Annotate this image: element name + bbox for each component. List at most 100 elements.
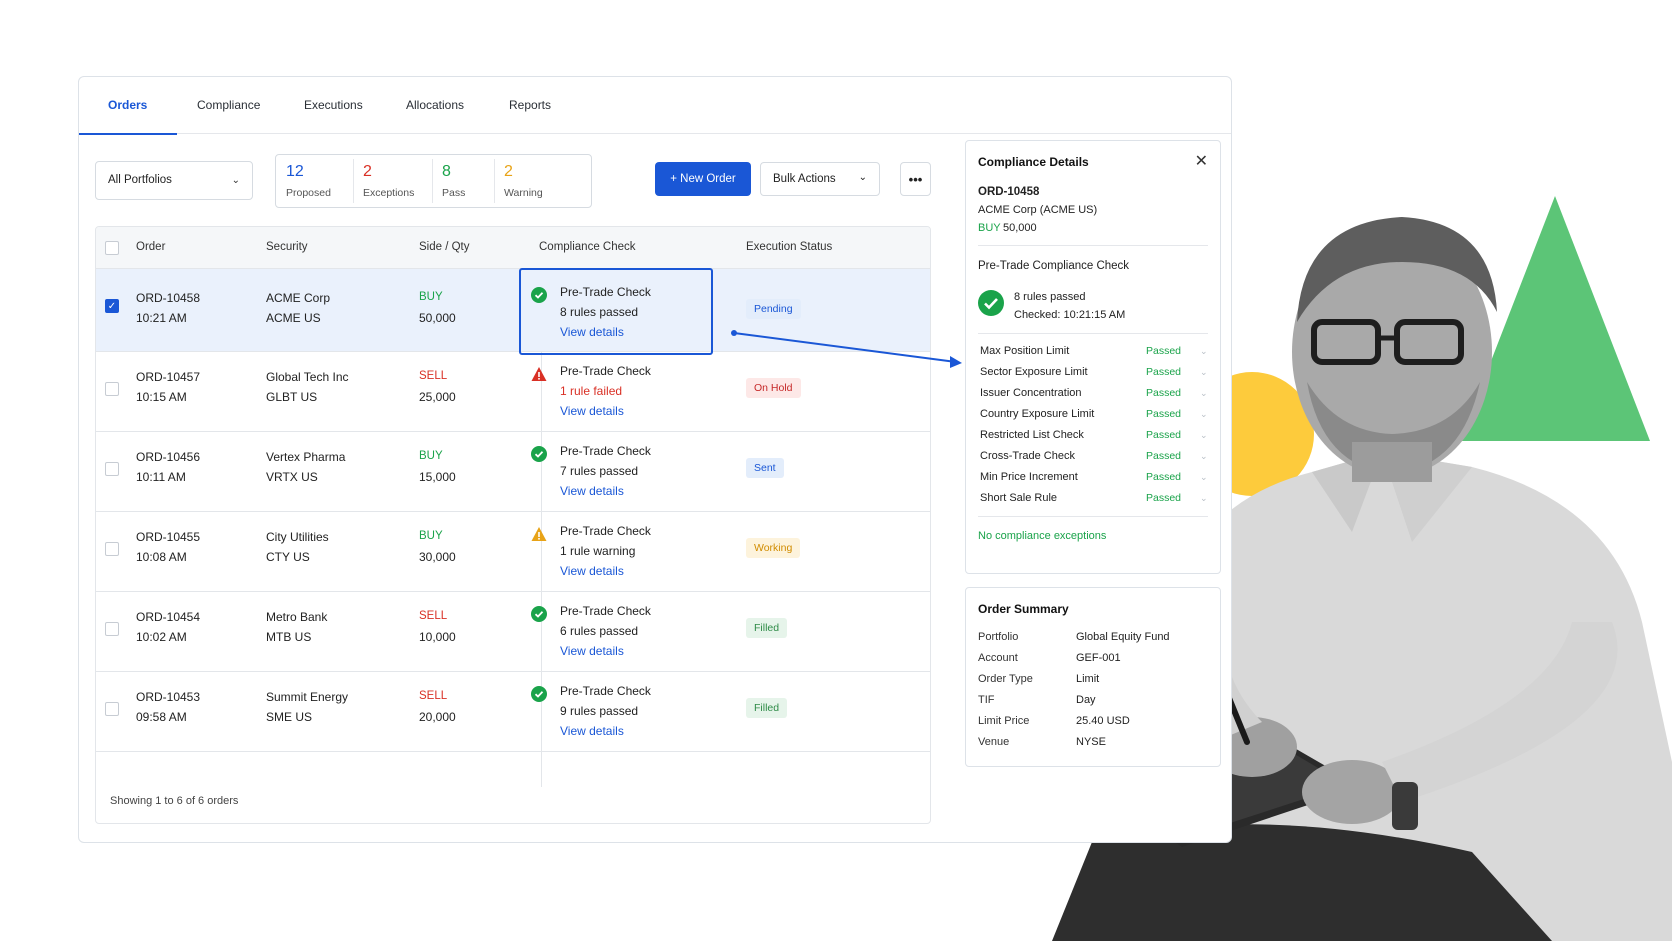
- order-side: BUY: [419, 291, 443, 303]
- panel-checked-time: Checked: 10:21:15 AM: [1014, 309, 1126, 321]
- compliance-details-panel: Compliance Details ✕ ORD-10458 ACME Corp…: [965, 140, 1221, 574]
- stat-value: 12: [286, 163, 304, 180]
- order-side: BUY: [419, 530, 443, 542]
- stat-exceptions[interactable]: 2 Exceptions: [353, 155, 432, 207]
- divider: [978, 516, 1208, 517]
- portfolio-select-value: All Portfolios: [108, 174, 172, 186]
- stat-value: 2: [363, 163, 372, 180]
- divider: [978, 245, 1208, 246]
- order-id: ORD-10458: [136, 291, 201, 305]
- rule-status: Passed: [1146, 408, 1182, 420]
- table-row[interactable]: ORD-10457 10:15 AM Global Tech Inc GLBT …: [96, 352, 930, 432]
- stat-value: 2: [504, 163, 513, 180]
- column-header-security[interactable]: Security: [266, 241, 308, 253]
- view-details-link[interactable]: View details: [560, 644, 624, 658]
- order-qty: 25,000: [419, 390, 456, 404]
- order-qty: 20,000: [419, 710, 456, 724]
- stat-pass[interactable]: 8 Pass: [432, 155, 494, 207]
- panel-result: 8 rules passed: [1014, 291, 1086, 303]
- view-details-link[interactable]: View details: [560, 724, 624, 738]
- check-circle-icon: [531, 606, 547, 622]
- check-title: Pre-Trade Check: [560, 604, 651, 618]
- orders-table: Order Security Side / Qty Compliance Che…: [95, 226, 931, 824]
- table-header: Order Security Side / Qty Compliance Che…: [96, 227, 930, 269]
- table-row[interactable]: ✓ ORD-10458 10:21 AM ACME Corp ACME US B…: [96, 269, 930, 352]
- pagination-summary: Showing 1 to 6 of 6 orders: [110, 795, 239, 807]
- table-row[interactable]: ORD-10455 10:08 AM City Utilities CTY US…: [96, 512, 930, 592]
- row-checkbox[interactable]: ✓: [105, 299, 119, 313]
- rule-status: Passed: [1146, 471, 1182, 483]
- tab-orders[interactable]: Orders: [78, 77, 178, 135]
- column-header-compliance[interactable]: Compliance Check: [539, 241, 636, 253]
- panel-side: BUY: [978, 222, 1001, 234]
- stat-label: Warning: [504, 187, 543, 199]
- chevron-down-icon: ⌄: [231, 175, 240, 186]
- check-result: 1 rule warning: [560, 544, 636, 558]
- summary-label: Order Type: [978, 673, 1033, 685]
- tab-reports[interactable]: Reports: [509, 77, 551, 134]
- row-checkbox[interactable]: [105, 542, 119, 556]
- execution-status-badge: Filled: [746, 618, 788, 638]
- order-qty: 50,000: [419, 311, 456, 325]
- tab-compliance[interactable]: Compliance: [197, 77, 260, 134]
- order-id: ORD-10454: [136, 610, 201, 624]
- order-id: ORD-10456: [136, 450, 201, 464]
- column-header-side-qty[interactable]: Side / Qty: [419, 241, 470, 253]
- tab-allocations[interactable]: Allocations: [406, 77, 464, 134]
- close-icon[interactable]: ✕: [1195, 151, 1208, 171]
- chevron-down-icon: ⌄: [858, 172, 867, 183]
- tab-executions[interactable]: Executions: [304, 77, 363, 134]
- row-checkbox[interactable]: [105, 382, 119, 396]
- rule-status: Passed: [1146, 345, 1182, 357]
- no-exceptions-text: No compliance exceptions: [978, 530, 1107, 542]
- order-qty: 15,000: [419, 470, 456, 484]
- select-all-checkbox[interactable]: [105, 241, 119, 255]
- order-time: 10:02 AM: [136, 630, 187, 644]
- panel-qty: 50,000: [1003, 222, 1037, 234]
- column-header-order[interactable]: Order: [136, 241, 165, 253]
- order-time: 10:15 AM: [136, 390, 187, 404]
- chevron-icon: ⌄: [1200, 493, 1208, 503]
- order-side: SELL: [419, 690, 448, 702]
- rule-status: Passed: [1146, 492, 1182, 504]
- rule-name: Short Sale Rule: [980, 492, 1058, 504]
- bulk-actions-button[interactable]: Bulk Actions ⌄: [760, 162, 880, 196]
- view-details-link[interactable]: View details: [560, 484, 624, 498]
- check-result: 7 rules passed: [560, 464, 639, 478]
- summary-value: Limit: [1076, 673, 1100, 685]
- row-checkbox[interactable]: [105, 462, 119, 476]
- execution-status-badge: Filled: [746, 698, 788, 718]
- row-checkbox[interactable]: [105, 622, 119, 636]
- table-row[interactable]: ORD-10453 09:58 AM Summit Energy SME US …: [96, 672, 930, 752]
- portfolio-select[interactable]: All Portfolios ⌄: [95, 161, 253, 200]
- chevron-icon: ⌄: [1200, 472, 1208, 482]
- view-details-link[interactable]: View details: [560, 404, 624, 418]
- table-row[interactable]: ORD-10454 10:02 AM Metro Bank MTB US SEL…: [96, 592, 930, 672]
- orders-app-window: Orders Compliance Executions Allocations…: [78, 76, 1232, 843]
- chevron-icon: ⌄: [1200, 388, 1208, 398]
- security-name: ACME Corp: [266, 291, 331, 305]
- chevron-icon: ⌄: [1200, 430, 1208, 440]
- security-ticker: ACME US: [266, 311, 321, 325]
- more-options-button[interactable]: •••: [900, 162, 931, 196]
- stat-warning[interactable]: 2 Warning: [494, 155, 592, 207]
- summary-label: TIF: [978, 694, 995, 706]
- new-order-button[interactable]: + New Order: [655, 162, 751, 196]
- stat-label: Exceptions: [363, 187, 415, 199]
- row-checkbox[interactable]: [105, 702, 119, 716]
- alert-triangle-icon: [531, 367, 547, 381]
- table-row[interactable]: ORD-10456 10:11 AM Vertex Pharma VRTX US…: [96, 432, 930, 512]
- check-result: 1 rule failed: [560, 384, 623, 398]
- stat-proposed[interactable]: 12 Proposed: [276, 155, 353, 207]
- order-qty: 30,000: [419, 550, 456, 564]
- rule-status: Passed: [1146, 366, 1182, 378]
- rule-name: Restricted List Check: [980, 429, 1084, 441]
- summary-label: Venue: [978, 736, 1010, 748]
- summary-label: Limit Price: [978, 715, 1030, 727]
- column-header-execution[interactable]: Execution Status: [746, 241, 832, 253]
- view-details-link[interactable]: View details: [560, 564, 624, 578]
- rule-name: Country Exposure Limit: [980, 408, 1095, 420]
- chevron-icon: ⌄: [1200, 451, 1208, 461]
- order-side: BUY: [419, 450, 443, 462]
- check-title: Pre-Trade Check: [560, 444, 651, 458]
